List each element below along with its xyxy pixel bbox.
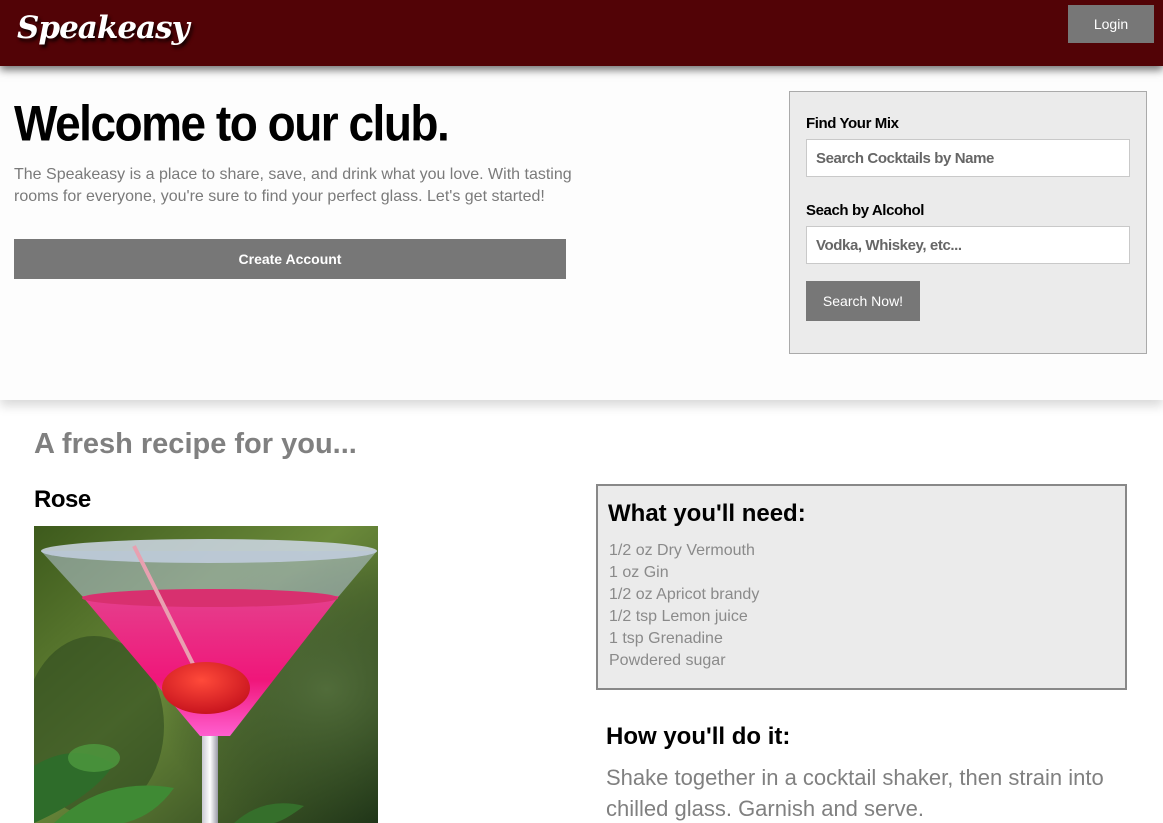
brand-logo[interactable]: Speakeasy [17, 10, 190, 46]
alcohol-search-input[interactable] [806, 226, 1130, 264]
ingredient-item: 1/2 oz Apricot brandy [609, 586, 760, 603]
recipe-name: Rose [34, 486, 91, 513]
page-title: Welcome to our club. [14, 95, 450, 152]
instructions-text: Shake together in a cocktail shaker, the… [606, 765, 1104, 821]
ingredient-item: 1/2 oz Dry Vermouth [609, 542, 755, 559]
ingredients-heading: What you'll need: [608, 500, 806, 527]
cocktail-name-search-input[interactable] [806, 139, 1130, 177]
ingredient-item: Powdered sugar [609, 652, 726, 669]
ingredient-item: 1 tsp Grenadine [609, 630, 723, 647]
search-panel: Find Your Mix Seach by Alcohol Search No… [789, 91, 1147, 354]
search-name-label: Find Your Mix [806, 115, 899, 132]
recipe-section: A fresh recipe for you... Rose What you'… [0, 400, 1163, 823]
create-account-button[interactable]: Create Account [14, 239, 566, 279]
ingredient-item: 1 oz Gin [609, 564, 669, 581]
instructions-heading: How you'll do it: [606, 723, 791, 750]
ingredient-item: 1/2 tsp Lemon juice [609, 608, 748, 625]
login-button[interactable]: Login [1068, 5, 1154, 43]
hero-description: The Speakeasy is a place to share, save,… [14, 166, 572, 205]
search-now-button[interactable]: Search Now! [806, 281, 920, 321]
section-heading: A fresh recipe for you... [34, 428, 357, 460]
ingredients-box: What you'll need: 1/2 oz Dry Vermouth 1 … [596, 484, 1127, 690]
hero-section: Welcome to our club. The Speakeasy is a … [0, 66, 1163, 400]
cocktail-photo [34, 526, 378, 823]
ingredient-list: 1/2 oz Dry Vermouth 1 oz Gin 1/2 oz Apri… [609, 540, 759, 672]
search-alcohol-label: Seach by Alcohol [806, 202, 925, 219]
navbar: Speakeasy Login [0, 0, 1163, 66]
